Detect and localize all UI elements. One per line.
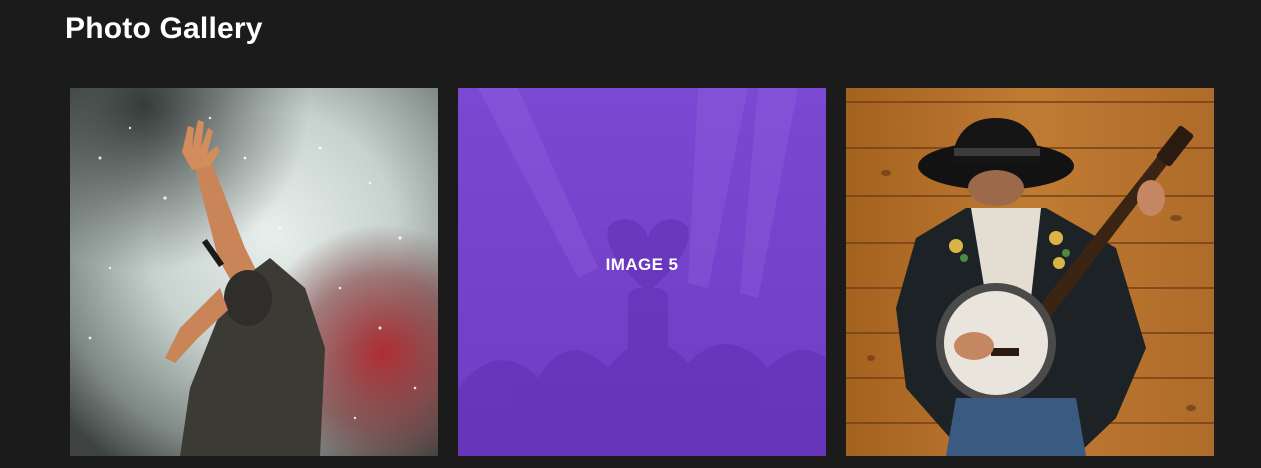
gallery-image-banjo-player[interactable] — [846, 88, 1214, 456]
image-overlay-label: IMAGE 5 — [605, 255, 679, 274]
concert-singer-photo — [70, 88, 438, 456]
gallery-image-concert-singer[interactable] — [70, 88, 438, 456]
image-overlay: IMAGE 5 — [458, 88, 826, 456]
banjo-player-photo — [846, 88, 1214, 456]
page: Photo Gallery IMAGE 5 — [0, 0, 1261, 468]
gallery-image-5[interactable]: IMAGE 5 — [458, 88, 826, 456]
page-title: Photo Gallery — [65, 12, 263, 45]
